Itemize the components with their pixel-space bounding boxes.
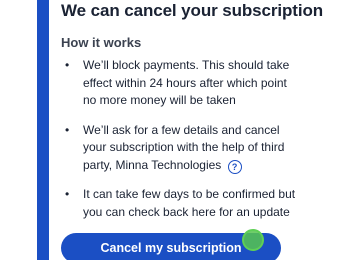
list-item: • It can take few days to be confirmed b… [63,186,303,221]
bullet-dot: • [65,187,70,201]
touch-indicator [242,229,264,251]
right-margin [306,0,343,260]
bullet-dot: • [65,122,70,137]
list-item: • We’ll block payments. This should take… [63,57,303,110]
section-heading: How it works [61,35,142,50]
list-item: • We’ll ask for a few details and cancel… [63,122,303,175]
question-circle-icon[interactable]: ? [227,159,242,174]
bullet-dot: • [65,58,70,72]
left-margin [0,0,37,260]
cancel-subscription-sheet: We can cancel your subscription How it w… [49,0,323,260]
screen: We can cancel your subscription How it w… [0,0,343,260]
steps-list: • We’ll block payments. This should take… [63,57,303,233]
step-text: We’ll ask for a few details and cancel y… [83,122,285,172]
step-text: It can take few days to be confirmed but… [83,187,296,219]
step-text: We’ll block payments. This should take e… [83,58,290,107]
page-title: We can cancel your subscription [61,1,324,20]
